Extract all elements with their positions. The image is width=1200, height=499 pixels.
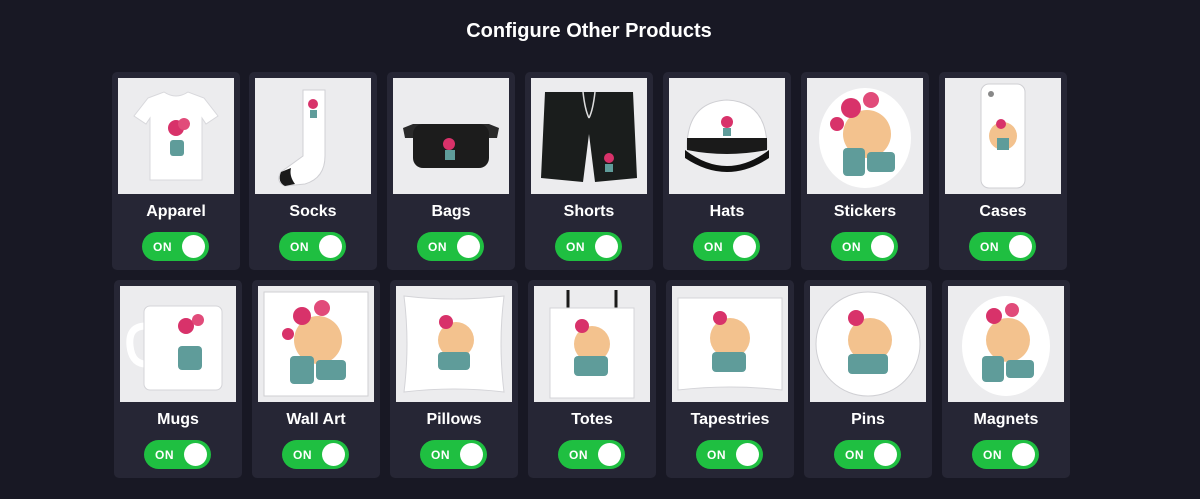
product-thumbnail[interactable] <box>534 286 650 402</box>
product-thumbnail[interactable] <box>669 78 785 194</box>
toggle-state: ON <box>845 448 864 462</box>
toggle-state: ON <box>983 448 1002 462</box>
product-thumbnail[interactable] <box>531 78 647 194</box>
product-thumbnail[interactable] <box>258 286 374 402</box>
product-label: Tapestries <box>690 411 770 428</box>
product-toggle[interactable]: ON <box>144 440 211 469</box>
sticker-icon <box>807 78 923 194</box>
product-toggle[interactable]: ON <box>417 232 484 261</box>
toggle-knob <box>733 235 756 258</box>
toggle-knob <box>460 443 483 466</box>
toggle-knob <box>1009 235 1032 258</box>
phone-case-icon <box>945 78 1061 194</box>
product-label: Stickers <box>833 203 897 220</box>
page-title: Configure Other Products <box>466 20 712 42</box>
product-thumbnail[interactable] <box>118 78 234 194</box>
toggle-knob <box>322 443 345 466</box>
toggle-state: ON <box>153 240 172 254</box>
toggle-state: ON <box>842 240 861 254</box>
product-toggle[interactable]: ON <box>972 440 1039 469</box>
product-toggle[interactable]: ON <box>555 232 622 261</box>
product-thumbnail[interactable] <box>393 78 509 194</box>
product-toggle[interactable]: ON <box>282 440 349 469</box>
product-label: Totes <box>571 411 613 428</box>
product-toggle[interactable]: ON <box>969 232 1036 261</box>
product-toggle[interactable]: ON <box>279 232 346 261</box>
product-label: Shorts <box>563 203 615 220</box>
toggle-knob <box>184 443 207 466</box>
product-label: Apparel <box>146 203 206 220</box>
toggle-knob <box>736 443 759 466</box>
product-label: Mugs <box>157 411 199 428</box>
product-toggle[interactable]: ON <box>558 440 625 469</box>
magnet-icon <box>948 286 1064 402</box>
product-label: Magnets <box>973 411 1039 428</box>
toggle-state: ON <box>290 240 309 254</box>
product-thumbnail[interactable] <box>120 286 236 402</box>
toggle-knob <box>874 443 897 466</box>
toggle-state: ON <box>155 448 174 462</box>
product-card-wall-art[interactable]: Wall Art ON <box>252 280 380 478</box>
product-toggle[interactable]: ON <box>142 232 209 261</box>
product-thumbnail[interactable] <box>810 286 926 402</box>
hat-icon <box>669 78 785 194</box>
product-thumbnail[interactable] <box>396 286 512 402</box>
product-card-pillows[interactable]: Pillows ON <box>390 280 518 478</box>
product-card-mugs[interactable]: Mugs ON <box>114 280 242 478</box>
toggle-knob <box>871 235 894 258</box>
product-label: Pillows <box>426 411 482 428</box>
product-toggle[interactable]: ON <box>831 232 898 261</box>
product-thumbnail[interactable] <box>255 78 371 194</box>
product-card-socks[interactable]: Socks ON <box>249 72 377 270</box>
product-card-shorts[interactable]: Shorts ON <box>525 72 653 270</box>
product-card-tapestries[interactable]: Tapestries ON <box>666 280 794 478</box>
product-thumbnail[interactable] <box>807 78 923 194</box>
product-label: Bags <box>431 203 471 220</box>
mug-icon <box>120 286 236 402</box>
tapestry-icon <box>672 286 788 402</box>
product-card-bags[interactable]: Bags ON <box>387 72 515 270</box>
product-toggle[interactable]: ON <box>834 440 901 469</box>
toggle-state: ON <box>293 448 312 462</box>
product-label: Pins <box>851 411 885 428</box>
product-card-cases[interactable]: Cases ON <box>939 72 1067 270</box>
toggle-knob <box>182 235 205 258</box>
toggle-knob <box>457 235 480 258</box>
product-card-apparel[interactable]: Apparel ON <box>112 72 240 270</box>
product-label: Hats <box>709 203 745 220</box>
pillow-icon <box>396 286 512 402</box>
wall-art-icon <box>258 286 374 402</box>
product-thumbnail[interactable] <box>672 286 788 402</box>
tshirt-icon <box>118 78 234 194</box>
product-card-totes[interactable]: Totes ON <box>528 280 656 478</box>
toggle-knob <box>598 443 621 466</box>
product-toggle[interactable]: ON <box>693 232 760 261</box>
tote-icon <box>534 286 650 402</box>
toggle-state: ON <box>566 240 585 254</box>
product-card-magnets[interactable]: Magnets ON <box>942 280 1070 478</box>
product-thumbnail[interactable] <box>945 78 1061 194</box>
toggle-knob <box>319 235 342 258</box>
product-card-stickers[interactable]: Stickers ON <box>801 72 929 270</box>
pin-icon <box>810 286 926 402</box>
product-label: Cases <box>979 203 1027 220</box>
product-card-hats[interactable]: Hats ON <box>663 72 791 270</box>
product-toggle[interactable]: ON <box>696 440 763 469</box>
toggle-knob <box>595 235 618 258</box>
product-card-pins[interactable]: Pins ON <box>804 280 932 478</box>
toggle-state: ON <box>980 240 999 254</box>
toggle-state: ON <box>569 448 588 462</box>
bag-icon <box>393 78 509 194</box>
toggle-knob <box>1012 443 1035 466</box>
product-toggle[interactable]: ON <box>420 440 487 469</box>
toggle-state: ON <box>428 240 447 254</box>
product-label: Wall Art <box>286 411 346 428</box>
product-label: Socks <box>289 203 337 220</box>
sock-icon <box>255 78 371 194</box>
toggle-state: ON <box>704 240 723 254</box>
shorts-icon <box>531 78 647 194</box>
toggle-state: ON <box>431 448 450 462</box>
toggle-state: ON <box>707 448 726 462</box>
product-thumbnail[interactable] <box>948 286 1064 402</box>
